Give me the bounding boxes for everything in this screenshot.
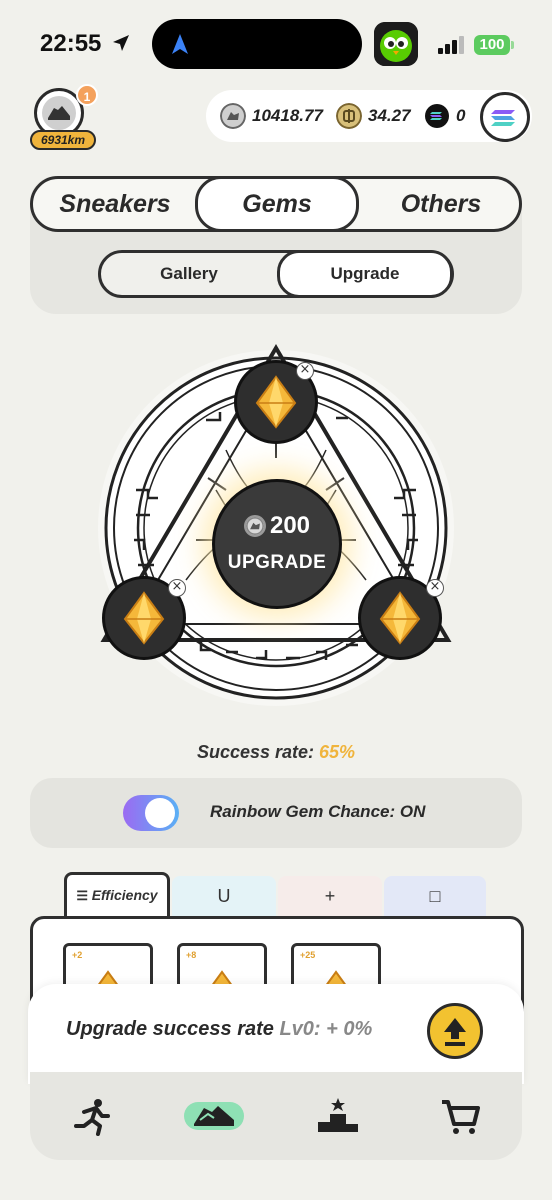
upgrade-rate-label: Upgrade success rate <box>66 1018 274 1040</box>
nav-run[interactable] <box>62 1096 122 1136</box>
remove-gem-right-button[interactable]: × <box>426 579 444 597</box>
remove-gem-left-button[interactable]: × <box>168 579 186 597</box>
comfort-icon: + <box>324 886 336 906</box>
nav-shop[interactable] <box>430 1096 490 1136</box>
tab-comfort[interactable]: + <box>278 876 382 916</box>
battery-indicator: 100 <box>474 35 510 55</box>
clock: 22:55 <box>40 30 102 57</box>
success-rate-value: 65% <box>319 742 356 762</box>
notification-badge: 1 <box>76 84 98 106</box>
location-arrow-icon <box>113 35 129 51</box>
sol-balance: 0 <box>456 106 466 125</box>
tab-efficiency[interactable]: ☰ Efficiency <box>64 872 170 916</box>
sneaker-icon <box>184 1102 244 1130</box>
nav-leaderboard[interactable] <box>308 1096 368 1136</box>
nav-sneakers[interactable] <box>184 1096 244 1136</box>
luck-icon: U <box>217 886 231 906</box>
success-rate-label: Success rate: <box>196 742 315 762</box>
tab-upgrade[interactable]: Upgrade <box>277 250 453 298</box>
dynamic-island[interactable] <box>152 19 362 69</box>
upgrade-rate-text: Upgrade success rate Lv0: + 0% <box>66 1018 372 1041</box>
currency-sol: 0 <box>424 102 465 130</box>
category-tabs: Sneakers Gems Others <box>30 176 522 232</box>
gmt-coin-icon <box>336 103 362 129</box>
sneaker-avatar-icon <box>48 106 70 120</box>
currency-gmt: 34.27 <box>336 102 411 130</box>
gst-balance: 10418.77 <box>252 106 323 125</box>
gst-coin-icon <box>243 515 266 537</box>
signal-icon <box>438 36 464 54</box>
tab-efficiency-label: Efficiency <box>91 887 158 903</box>
tab-resilience[interactable]: □ <box>384 876 486 916</box>
profile-avatar-button[interactable]: 1 6931km <box>28 84 98 154</box>
tab-luck[interactable]: U <box>172 876 276 916</box>
upgrade-cost-value: 200 <box>269 512 311 539</box>
tab-gems[interactable]: Gems <box>195 176 359 232</box>
efficiency-icon: ☰ <box>76 888 92 903</box>
navigation-icon <box>172 34 188 54</box>
solana-icon <box>491 110 515 126</box>
upgrade-label: UPGRADE <box>227 552 327 573</box>
distance-badge: 6931km <box>30 130 96 150</box>
avatar-image <box>42 96 76 130</box>
gst-coin-icon <box>220 103 246 129</box>
remove-gem-top-button[interactable]: × <box>296 362 314 380</box>
upgrade-rate-button[interactable] <box>427 1003 483 1059</box>
upload-arrow-icon <box>444 1018 466 1046</box>
podium-icon <box>318 1098 358 1132</box>
status-bar: 22:55 100 <box>0 0 552 90</box>
currency-gst: 10418.77 <box>220 102 323 130</box>
battery-tip <box>511 41 514 49</box>
tab-others[interactable]: Others <box>359 179 523 229</box>
rainbow-gem-label: Rainbow Gem Chance: ON <box>210 802 426 821</box>
duolingo-app-icon[interactable] <box>374 22 418 66</box>
tab-gallery[interactable]: Gallery <box>101 253 277 295</box>
upgrade-button[interactable]: 200 UPGRADE <box>212 479 342 609</box>
upgrade-cost: 200 <box>215 512 339 540</box>
rainbow-gem-toggle[interactable] <box>123 795 179 831</box>
tab-sneakers[interactable]: Sneakers <box>33 179 197 229</box>
running-icon <box>74 1099 110 1136</box>
toggle-knob <box>145 798 175 828</box>
sol-coin-icon <box>425 104 449 128</box>
gem-subtabs: Gallery Upgrade <box>98 250 454 298</box>
solana-wallet-button[interactable] <box>480 92 530 142</box>
success-rate: Success rate: 65% <box>0 742 552 763</box>
cart-icon <box>442 1100 480 1134</box>
gem-bonus: +25 <box>300 950 316 960</box>
upgrade-rate-level: Lv0: + 0% <box>279 1018 373 1040</box>
resilience-icon: □ <box>429 886 441 906</box>
gmt-balance: 34.27 <box>368 106 411 125</box>
gem-bonus: +8 <box>186 950 197 960</box>
gem-bonus: +2 <box>72 950 83 960</box>
